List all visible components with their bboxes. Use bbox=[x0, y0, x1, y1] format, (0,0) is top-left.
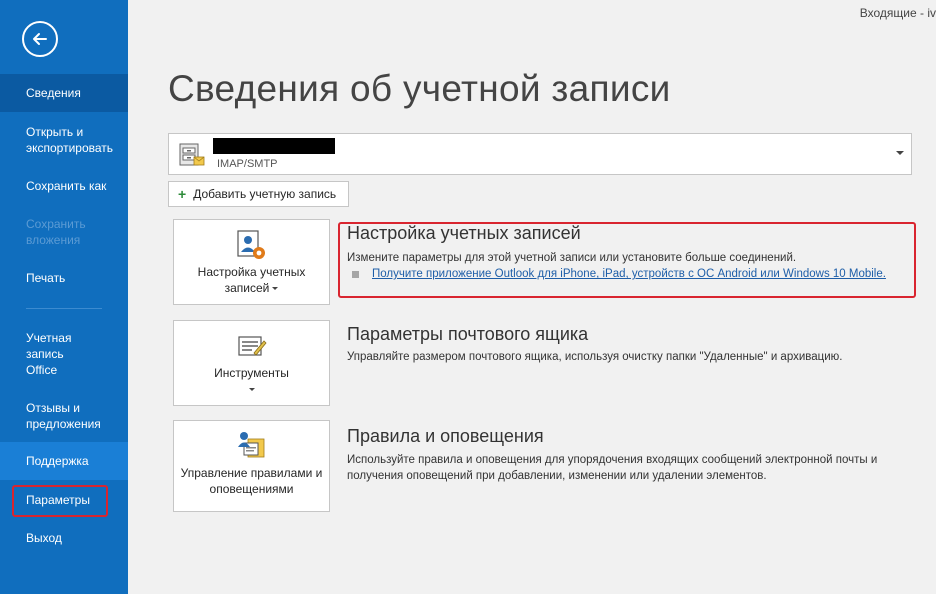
page-title: Сведения об учетной записи bbox=[168, 68, 671, 109]
back-arrow-icon bbox=[33, 33, 47, 45]
nav-feedback[interactable]: Отзывы и предложения bbox=[0, 396, 128, 436]
nav-support[interactable]: Поддержка bbox=[0, 442, 128, 480]
manage-rules-label: Управление правилами и оповещениями bbox=[180, 466, 323, 496]
plus-icon: + bbox=[178, 186, 187, 202]
caret-down-icon bbox=[248, 388, 255, 392]
account-folder-icon bbox=[179, 143, 205, 166]
section-desc-mailbox-settings: Управляйте размером почтового ящика, исп… bbox=[347, 351, 843, 363]
section-title-rules-alerts: Правила и оповещения bbox=[347, 426, 544, 446]
backstage-sidebar: Сведения Открыть и экспортировать Сохран… bbox=[0, 0, 128, 594]
account-type: IMAP/SMTP bbox=[217, 158, 278, 170]
caret-down-icon bbox=[272, 287, 279, 291]
nav-print[interactable]: Печать bbox=[0, 266, 128, 290]
options-highlight-box bbox=[12, 485, 108, 517]
nav-office-account[interactable]: Учетная запись Office bbox=[0, 326, 128, 382]
nav-save-attachments: Сохранить вложения bbox=[26, 217, 86, 247]
rules-alerts-icon bbox=[238, 432, 265, 458]
nav-separator bbox=[26, 308, 102, 309]
account-settings-label: Настройка учетных записей bbox=[197, 265, 306, 295]
tools-label: Инструменты bbox=[214, 366, 289, 380]
section-desc-rules-alerts: Используйте правила и оповещения для упо… bbox=[347, 454, 878, 482]
account-settings-highlight-box bbox=[338, 222, 916, 298]
window-title: Входящие - iv bbox=[859, 6, 936, 20]
add-account-button[interactable]: + Добавить учетную запись bbox=[168, 181, 349, 207]
manage-rules-button[interactable]: Управление правилами и оповещениями bbox=[173, 420, 330, 512]
nav-exit[interactable]: Выход bbox=[0, 526, 128, 550]
nav-info[interactable]: Сведения bbox=[0, 74, 128, 112]
tools-button[interactable]: Инструменты bbox=[173, 320, 330, 406]
chevron-down-icon[interactable] bbox=[896, 151, 904, 155]
account-name-redacted bbox=[213, 138, 335, 154]
nav-save-as[interactable]: Сохранить как bbox=[0, 174, 128, 198]
account-selector[interactable]: IMAP/SMTP bbox=[168, 133, 912, 175]
tools-icon bbox=[238, 336, 267, 356]
section-title-mailbox-settings: Параметры почтового ящика bbox=[347, 324, 589, 344]
account-settings-icon bbox=[237, 230, 265, 259]
back-button[interactable] bbox=[22, 21, 58, 57]
account-settings-button[interactable]: Настройка учетных записей bbox=[173, 219, 330, 305]
nav-open-export[interactable]: Открыть и экспортировать bbox=[0, 120, 128, 160]
